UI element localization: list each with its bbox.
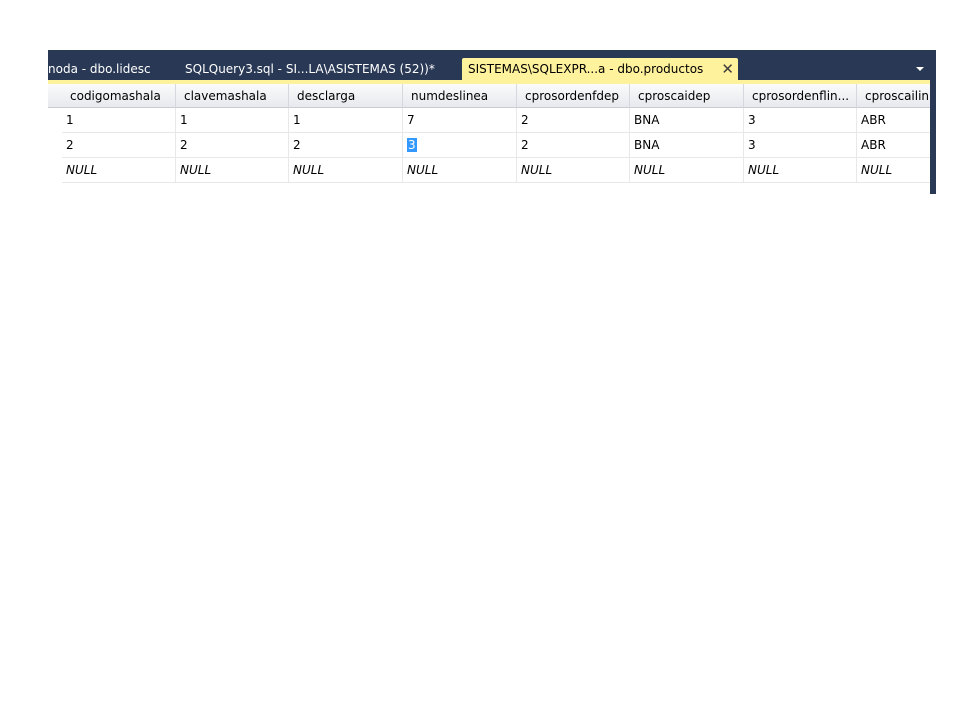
table-cell[interactable]: ABR — [857, 133, 930, 158]
table-cell[interactable]: 2 — [517, 108, 630, 133]
row-header[interactable] — [48, 158, 62, 182]
table-cell[interactable]: 2 — [176, 133, 289, 158]
row-header[interactable] — [48, 133, 62, 157]
results-grid: codigomashala clavemashala desclarga num… — [48, 80, 930, 194]
table-cell-null[interactable]: NULL — [630, 158, 744, 183]
table-cell-selected[interactable]: 3 — [403, 133, 517, 158]
table-cell-null[interactable]: NULL — [62, 158, 176, 183]
table-cell[interactable]: 2 — [289, 133, 403, 158]
tab-label: noda - dbo.lidesc — [48, 62, 151, 76]
corner-header[interactable] — [48, 84, 62, 108]
column-header-cprosordenflin[interactable]: cprosordenflin... — [744, 84, 857, 108]
tab-label: SISTEMAS\SQLEXPR...a - dbo.productos — [468, 62, 704, 76]
tab-label: SQLQuery3.sql - SI...LA\ASISTEMAS (52))* — [185, 62, 435, 76]
table-cell[interactable]: 2 — [517, 133, 630, 158]
table-cell-null[interactable]: NULL — [289, 158, 403, 183]
table-cell[interactable]: ABR — [857, 108, 930, 133]
table-cell-null[interactable]: NULL — [857, 158, 930, 183]
column-header-numdeslinea[interactable]: numdeslinea — [403, 84, 517, 108]
table-cell[interactable]: 7 — [403, 108, 517, 133]
column-header-codigomashala[interactable]: codigomashala — [62, 84, 176, 108]
document-tab-strip: noda - dbo.lidesc SQLQuery3.sql - SI...L… — [48, 50, 936, 80]
table-cell[interactable]: 1 — [62, 108, 176, 133]
table-cell-null[interactable]: NULL — [176, 158, 289, 183]
table-cell[interactable]: 2 — [62, 133, 176, 158]
selected-text[interactable]: 3 — [407, 138, 417, 152]
table-cell[interactable]: 1 — [176, 108, 289, 133]
table-cell[interactable]: 1 — [289, 108, 403, 133]
table-cell[interactable]: 3 — [744, 133, 857, 158]
table-cell-null[interactable]: NULL — [744, 158, 857, 183]
tab-sqlquery3[interactable]: SQLQuery3.sql - SI...LA\ASISTEMAS (52))* — [185, 58, 449, 80]
column-header-cprosordenfdep[interactable]: cprosordenfdep — [517, 84, 630, 108]
table-cell[interactable]: 3 — [744, 108, 857, 133]
close-icon[interactable]: ✕ — [721, 58, 734, 80]
column-header-desclarga[interactable]: desclarga — [289, 84, 403, 108]
tab-productos[interactable]: SISTEMAS\SQLEXPR...a - dbo.productos ✕ — [462, 58, 738, 80]
column-header-cproscaidep[interactable]: cproscaidep — [630, 84, 744, 108]
table-cell[interactable]: BNA — [630, 108, 744, 133]
row-header[interactable] — [48, 108, 62, 132]
table-cell-null[interactable]: NULL — [517, 158, 630, 183]
table-cell-null[interactable]: NULL — [403, 158, 517, 183]
column-header-cproscailin[interactable]: cproscailin — [857, 84, 930, 108]
ssms-window: noda - dbo.lidesc SQLQuery3.sql - SI...L… — [48, 50, 936, 194]
tab-lidesc[interactable]: noda - dbo.lidesc — [48, 58, 166, 80]
column-header-clavemashala[interactable]: clavemashala — [176, 84, 289, 108]
table-cell[interactable]: BNA — [630, 133, 744, 158]
chevron-down-icon[interactable] — [916, 67, 924, 71]
